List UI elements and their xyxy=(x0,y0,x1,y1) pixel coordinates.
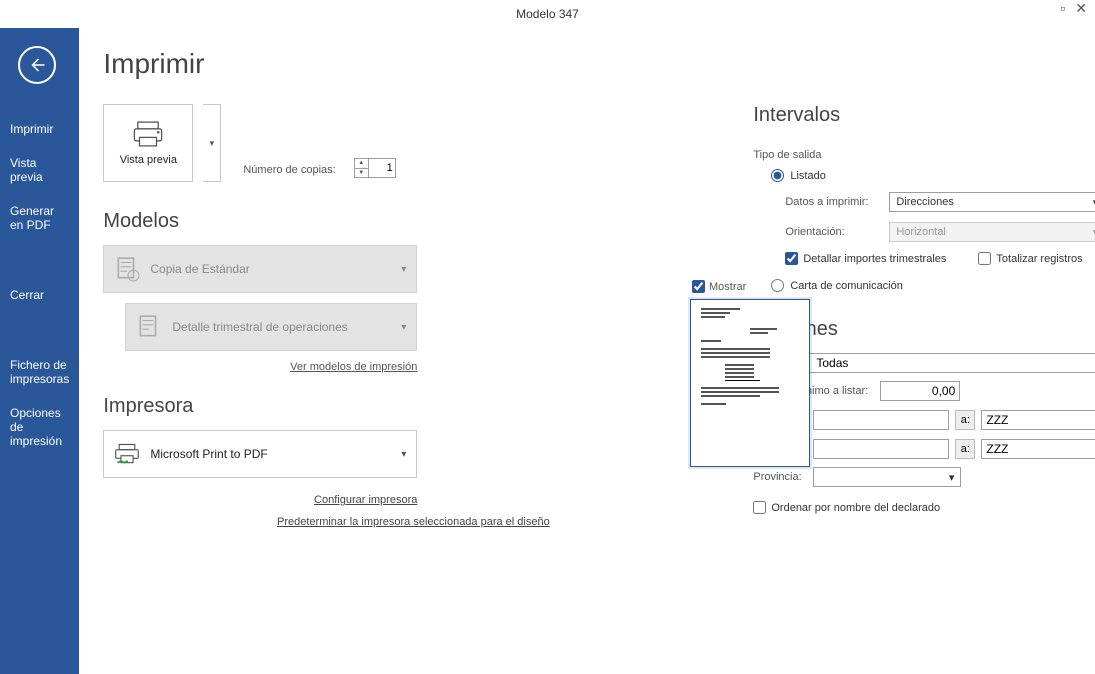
close-icon[interactable]: ✕ xyxy=(1075,0,1087,17)
datos-select[interactable]: Direcciones▾ xyxy=(889,192,1095,212)
importe-input[interactable] xyxy=(880,381,960,401)
chevron-down-icon: ▾ xyxy=(401,322,406,333)
datos-label: Datos a imprimir: xyxy=(785,196,881,208)
a-label-2: a: xyxy=(955,439,975,459)
orient-label: Orientación: xyxy=(785,226,881,238)
copies-up[interactable]: ▲ xyxy=(355,159,368,169)
copies-spinner[interactable]: ▲▼ xyxy=(354,158,396,178)
impresora-header: Impresora xyxy=(103,395,583,418)
model-selector-2[interactable]: Detalle trimestral de operaciones ▾ xyxy=(125,303,417,351)
chevron-down-icon: ▾ xyxy=(401,449,406,460)
vista-previa-dropdown[interactable]: ▾ xyxy=(203,104,221,182)
page-title: Imprimir xyxy=(103,48,583,80)
sidebar: Imprimir Vista previa Generar en PDF Cer… xyxy=(0,28,79,674)
ordenar-check[interactable]: Ordenar por nombre del declarado xyxy=(753,501,1095,514)
sidebar-item-fichero-impresoras[interactable]: Fichero de impresoras xyxy=(0,348,79,396)
nif-to-input[interactable] xyxy=(981,410,1095,430)
maximize-icon[interactable]: ▫ xyxy=(1060,0,1065,17)
copies-label: Número de copias: xyxy=(243,164,335,176)
sidebar-item-imprimir[interactable]: Imprimir xyxy=(0,112,79,146)
window-title: Modelo 347 xyxy=(516,7,579,21)
titlebar: Modelo 347 ▫ ✕ xyxy=(0,0,1095,28)
vista-previa-label: Vista previa xyxy=(120,154,177,166)
nif-from-input[interactable] xyxy=(813,410,949,430)
sidebar-item-generar-pdf[interactable]: Generar en PDF xyxy=(0,194,79,242)
provincia-select[interactable]: ▾ xyxy=(813,467,961,487)
mostrar-check[interactable]: Mostrar xyxy=(692,280,810,293)
printer-status-icon xyxy=(114,443,140,465)
tipo-salida-label: Tipo de salida xyxy=(753,149,1095,161)
nombre-to-input[interactable] xyxy=(981,439,1095,459)
sidebar-item-cerrar[interactable]: Cerrar xyxy=(0,278,79,312)
arrow-left-icon xyxy=(28,56,46,74)
copies-input[interactable] xyxy=(369,159,395,177)
modelos-header: Modelos xyxy=(103,210,583,233)
totalizar-check[interactable]: Totalizar registros xyxy=(978,252,1082,265)
document-icon xyxy=(136,314,162,340)
model-selector-1[interactable]: Copia de Estándar ▾ xyxy=(103,245,417,293)
ver-modelos-link[interactable]: Ver modelos de impresión xyxy=(103,361,417,373)
sidebar-item-vista-previa[interactable]: Vista previa xyxy=(0,146,79,194)
printer-icon xyxy=(131,120,165,148)
nombre-from-input[interactable] xyxy=(813,439,949,459)
printer-name: Microsoft Print to PDF xyxy=(150,447,401,461)
configure-printer-link[interactable]: Configurar impresora xyxy=(103,494,417,506)
listado-radio[interactable]: Listado xyxy=(771,169,1095,182)
document-icon xyxy=(114,256,140,282)
orient-select: Horizontal▾ xyxy=(889,222,1095,242)
a-label: a: xyxy=(955,410,975,430)
preview-thumbnail[interactable] xyxy=(690,299,810,467)
model-1-label: Copia de Estándar xyxy=(150,262,401,276)
vista-previa-button[interactable]: Vista previa xyxy=(103,104,193,182)
default-printer-link[interactable]: Predeterminar la impresora seleccionada … xyxy=(243,516,583,528)
printer-selector[interactable]: Microsoft Print to PDF ▾ xyxy=(103,430,417,478)
sidebar-item-opciones-impresion[interactable]: Opciones de impresión xyxy=(0,396,79,458)
provincia-label: Provincia: xyxy=(753,471,807,483)
intervalos-header: Intervalos xyxy=(753,104,1095,127)
model-2-label: Detalle trimestral de operaciones xyxy=(172,320,401,334)
back-button[interactable] xyxy=(18,46,56,84)
clave-select[interactable]: Todas▾ xyxy=(809,353,1095,373)
chevron-down-icon: ▾ xyxy=(949,471,955,484)
carta-radio[interactable]: Carta de comunicación xyxy=(771,279,1095,292)
copies-down[interactable]: ▼ xyxy=(355,169,368,178)
detallar-check[interactable]: Detallar importes trimestrales xyxy=(785,252,946,265)
chevron-down-icon: ▾ xyxy=(401,264,406,275)
listado-radio-input[interactable] xyxy=(771,169,784,182)
